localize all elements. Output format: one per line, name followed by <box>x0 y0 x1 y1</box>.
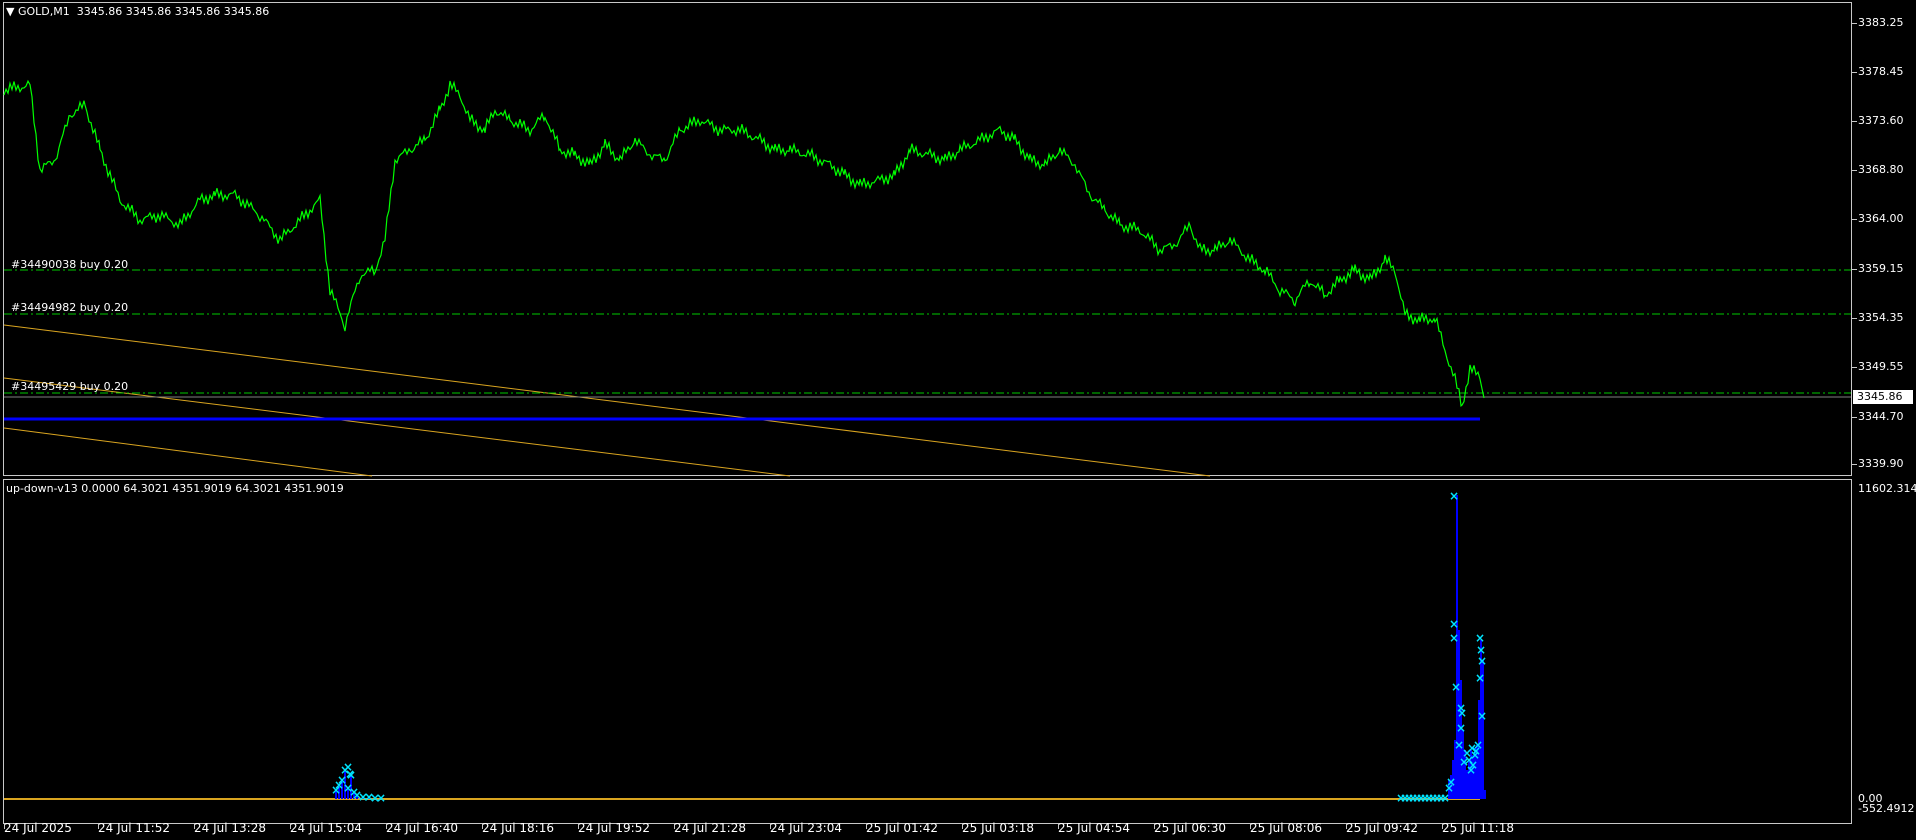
marker-x-icon: × <box>1471 744 1481 758</box>
price-scale-label: 3373.60 <box>1858 114 1904 127</box>
time-axis-label: 25 Jul 06:30 <box>1154 821 1226 835</box>
time-axis-label: 24 Jul 13:28 <box>194 821 266 835</box>
ohlc-values: 3345.86 3345.86 3345.86 3345.86 <box>76 5 270 18</box>
time-axis-label: 24 Jul 2025 <box>4 821 72 835</box>
price-scale-tick <box>1852 72 1857 73</box>
symbol-label: GOLD,M1 <box>17 5 70 18</box>
marker-x-icon: × <box>1477 709 1487 723</box>
marker-x-icon: × <box>1449 631 1459 645</box>
marker-x-icon: × <box>1444 781 1454 795</box>
time-axis-label: 25 Jul 01:42 <box>866 821 938 835</box>
histogram-bar <box>1456 495 1458 799</box>
marker-x-icon: × <box>1456 721 1466 735</box>
price-scale-tick <box>1852 269 1857 270</box>
price-scale-tick <box>1852 464 1857 465</box>
indicator-markers: ××××××××××××××××××××××××××××××××××××××××… <box>331 489 1487 805</box>
time-axis-label: 24 Jul 23:04 <box>770 821 842 835</box>
indicator-header: up-down-v13 0.0000 64.3021 4351.9019 64.… <box>6 482 344 495</box>
order-lines[interactable] <box>4 269 1851 398</box>
time-axis-label: 24 Jul 15:04 <box>290 821 362 835</box>
price-scale-tick <box>1852 170 1857 171</box>
histogram-bar <box>1484 790 1486 799</box>
indicator-scale-top: 11602.314 <box>1858 482 1916 495</box>
marker-x-icon: × <box>1449 489 1459 503</box>
time-axis-label: 24 Jul 16:40 <box>386 821 458 835</box>
marker-x-icon: × <box>1477 654 1487 668</box>
price-scale-tick <box>1852 417 1857 418</box>
price-scale-label: 3364.00 <box>1858 212 1904 225</box>
chart-canvas: ××××××××××××××××××××××××××××××××××××××××… <box>3 79 1851 805</box>
price-scale-label: 3354.35 <box>1858 311 1904 324</box>
price-scale-label: 3368.80 <box>1858 163 1904 176</box>
marker-x-icon: × <box>1475 671 1485 685</box>
marker-x-icon: × <box>1466 763 1476 777</box>
chevron-down-icon[interactable]: ▼ <box>6 5 14 18</box>
price-scale-label: 3378.45 <box>1858 65 1904 78</box>
price-scale-label: 3349.55 <box>1858 360 1904 373</box>
marker-x-icon: × <box>1449 617 1459 631</box>
time-axis-label: 24 Jul 21:28 <box>674 821 746 835</box>
marker-x-icon: × <box>1456 701 1466 715</box>
time-axis-label: 25 Jul 08:06 <box>1250 821 1322 835</box>
price-scale-tick <box>1852 318 1857 319</box>
order-label-3: #34495429 buy 0.20 <box>11 380 129 393</box>
price-scale-label: 3344.70 <box>1858 410 1904 423</box>
price-scale-tick <box>1852 367 1857 368</box>
indicator-histogram <box>335 495 1486 799</box>
time-axis-label: 24 Jul 19:52 <box>578 821 650 835</box>
trend-line-3 <box>3 427 373 477</box>
price-scale-label: 3383.25 <box>1858 16 1904 29</box>
marker-x-icon: × <box>376 791 386 805</box>
time-axis-label: 24 Jul 18:16 <box>482 821 554 835</box>
marker-x-icon: × <box>345 767 355 781</box>
price-scale-tick <box>1852 23 1857 24</box>
price-scale-label: 3339.90 <box>1858 457 1904 470</box>
marker-x-icon: × <box>1451 680 1461 694</box>
current-price-box: 3345.86 <box>1853 390 1913 404</box>
time-axis-label: 24 Jul 11:52 <box>98 821 170 835</box>
order-label-1: #34490038 buy 0.20 <box>11 258 129 271</box>
time-axis-label: 25 Jul 03:18 <box>962 821 1034 835</box>
order-label-2: #34494982 buy 0.20 <box>11 301 129 314</box>
price-scale-tick <box>1852 219 1857 220</box>
price-line <box>3 79 1485 408</box>
price-scale-tick <box>1852 121 1857 122</box>
price-scale-label: 3359.15 <box>1858 262 1904 275</box>
time-axis-label: 25 Jul 04:54 <box>1058 821 1130 835</box>
time-axis-label: 25 Jul 09:42 <box>1346 821 1418 835</box>
indicator-scale-bottom: -552.4912 <box>1858 802 1915 815</box>
time-axis-label: 25 Jul 11:18 <box>1442 821 1514 835</box>
trend-lines[interactable] <box>3 324 1211 477</box>
symbol-header[interactable]: ▼ GOLD,M1 3345.86 3345.86 3345.86 3345.8… <box>6 5 269 18</box>
